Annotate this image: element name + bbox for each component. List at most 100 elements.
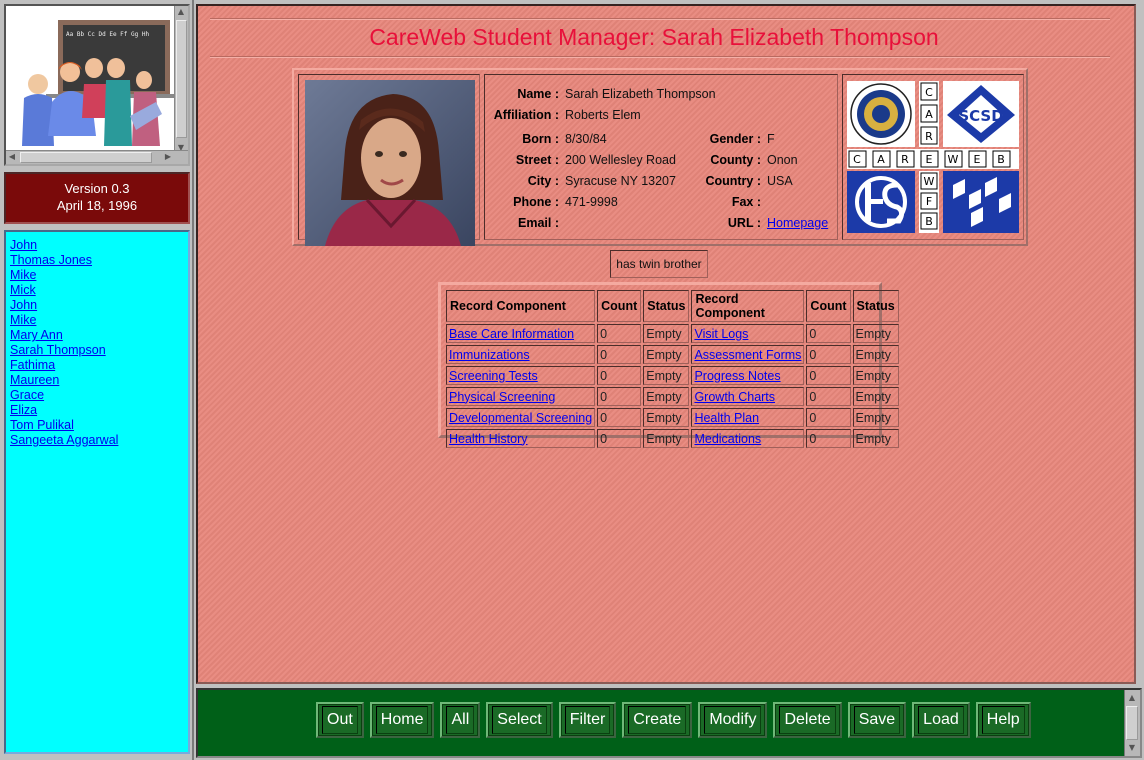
student-link[interactable]: Grace [10, 388, 184, 403]
phone-value: 471-9998 [565, 195, 618, 209]
student-fields: Name : Sarah Elizabeth Thompson Affiliat… [484, 74, 838, 240]
action-toolbar: Out Home All Select Filter Create Modify… [316, 702, 1031, 742]
student-info-panel: Name : Sarah Elizabeth Thompson Affiliat… [292, 68, 1028, 246]
born-label: Born : [522, 132, 559, 146]
record-component-link[interactable]: Screening Tests [449, 369, 538, 383]
student-link[interactable]: Sarah Thompson [10, 343, 184, 358]
modify-button-label: Modify [704, 706, 762, 734]
page-title: CareWeb Student Manager: Sarah Elizabeth… [369, 24, 939, 50]
record-status: Empty [643, 324, 690, 343]
main-frame: CareWeb Student Manager: Sarah Elizabeth… [196, 4, 1136, 684]
gender-value: F [767, 132, 775, 146]
save-button-label: Save [853, 706, 901, 734]
student-link[interactable]: John [10, 238, 184, 253]
affiliation-value: Roberts Elem [565, 108, 641, 122]
record-status: Empty [852, 408, 899, 427]
help-button-label: Help [981, 706, 1025, 734]
student-link[interactable]: Mary Ann [10, 328, 184, 343]
toolbar-scrollbar[interactable]: ▲ ▼ [1124, 690, 1140, 756]
all-button[interactable]: All [440, 702, 481, 738]
column-header: Count [597, 290, 642, 322]
county-label: County : [710, 153, 761, 167]
careweb-window: Aa Bb Cc Dd Ee Ff Gg Hh ▲ ▼ ◀ ▶ Version … [0, 0, 1144, 760]
load-button[interactable]: Load [912, 702, 970, 738]
modify-button[interactable]: Modify [698, 702, 768, 738]
table-header-row: Record Component Count Status Record Com… [446, 290, 899, 322]
student-link[interactable]: Eliza [10, 403, 184, 418]
record-component-link[interactable]: Visit Logs [694, 327, 748, 341]
record-count: 0 [806, 345, 851, 364]
logo-letter: A [925, 108, 933, 121]
student-link[interactable]: Mike [10, 313, 184, 328]
table-row: Health History 0 Empty Medications 0 Emp… [446, 429, 899, 448]
affiliation-label: Affiliation : [493, 108, 559, 122]
careweb-logo: C A R SCSD C A R E W E B W F B [847, 81, 1019, 233]
record-count: 0 [597, 429, 642, 448]
student-link[interactable]: Mike [10, 268, 184, 283]
logo-letter: C [853, 153, 861, 166]
home-button-label: Home [375, 706, 429, 734]
student-link[interactable]: Fathima [10, 358, 184, 373]
city-value: Syracuse NY 13207 [565, 174, 676, 188]
gender-label: Gender : [709, 132, 761, 146]
student-link[interactable]: Maureen [10, 373, 184, 388]
note-box: has twin brother [610, 250, 708, 278]
street-value: 200 Wellesley Road [565, 153, 676, 167]
logo-horizontal-scrollbar[interactable]: ◀ ▶ [6, 150, 188, 164]
record-component-link[interactable]: Progress Notes [694, 369, 780, 383]
record-component-link[interactable]: Health Plan [694, 411, 759, 425]
record-status: Empty [643, 345, 690, 364]
record-component-link[interactable]: Medications [694, 432, 761, 446]
record-component-link[interactable]: Base Care Information [449, 327, 574, 341]
fax-label: Fax : [731, 195, 761, 209]
svg-text:Aa Bb Cc Dd Ee Ff Gg Hh: Aa Bb Cc Dd Ee Ff Gg Hh [66, 31, 149, 38]
delete-button[interactable]: Delete [773, 702, 842, 738]
record-status: Empty [852, 324, 899, 343]
born-value: 8/30/84 [565, 132, 607, 146]
student-photo [305, 80, 475, 246]
save-button[interactable]: Save [847, 702, 907, 738]
country-label: Country : [705, 174, 761, 188]
record-count: 0 [806, 324, 851, 343]
logo-letter: C [925, 86, 933, 99]
svg-text:SCSD: SCSD [958, 107, 1003, 125]
logo-vertical-scrollbar[interactable]: ▲ ▼ [174, 6, 188, 154]
column-header: Record Component [691, 290, 805, 322]
record-status: Empty [852, 345, 899, 364]
logo-letter: F [926, 195, 932, 208]
home-button[interactable]: Home [369, 702, 435, 738]
out-button[interactable]: Out [316, 702, 364, 738]
classroom-illustration-frame: Aa Bb Cc Dd Ee Ff Gg Hh ▲ ▼ ◀ ▶ [4, 4, 190, 166]
student-link[interactable]: John [10, 298, 184, 313]
logo-letter: W [948, 153, 959, 166]
record-component-link[interactable]: Developmental Screening [449, 411, 592, 425]
student-link[interactable]: Thomas Jones [10, 253, 184, 268]
homepage-link[interactable]: Homepage [767, 216, 828, 230]
record-count: 0 [597, 345, 642, 364]
record-count: 0 [597, 387, 642, 406]
student-link[interactable]: Sangeeta Aggarwal [10, 433, 184, 448]
record-component-link[interactable]: Assessment Forms [694, 348, 801, 362]
logo-letter: B [997, 153, 1005, 166]
record-component-link[interactable]: Physical Screening [449, 390, 555, 404]
filter-button[interactable]: Filter [558, 702, 617, 738]
student-link[interactable]: Mick [10, 283, 184, 298]
record-count: 0 [597, 408, 642, 427]
record-status: Empty [852, 429, 899, 448]
record-status: Empty [852, 387, 899, 406]
table-row: Base Care Information 0 Empty Visit Logs… [446, 324, 899, 343]
record-status: Empty [643, 429, 690, 448]
record-component-link[interactable]: Health History [449, 432, 528, 446]
select-button-label: Select [492, 706, 547, 734]
create-button[interactable]: Create [622, 702, 693, 738]
county-value: Onon [767, 153, 798, 167]
record-component-link[interactable]: Immunizations [449, 348, 530, 362]
select-button[interactable]: Select [486, 702, 553, 738]
record-count: 0 [806, 408, 851, 427]
record-count: 0 [597, 324, 642, 343]
load-button-label: Load [918, 706, 964, 734]
record-component-link[interactable]: Growth Charts [694, 390, 775, 404]
student-link[interactable]: Tom Pulikal [10, 418, 184, 433]
records-table: Record Component Count Status Record Com… [444, 288, 901, 450]
help-button[interactable]: Help [975, 702, 1031, 738]
